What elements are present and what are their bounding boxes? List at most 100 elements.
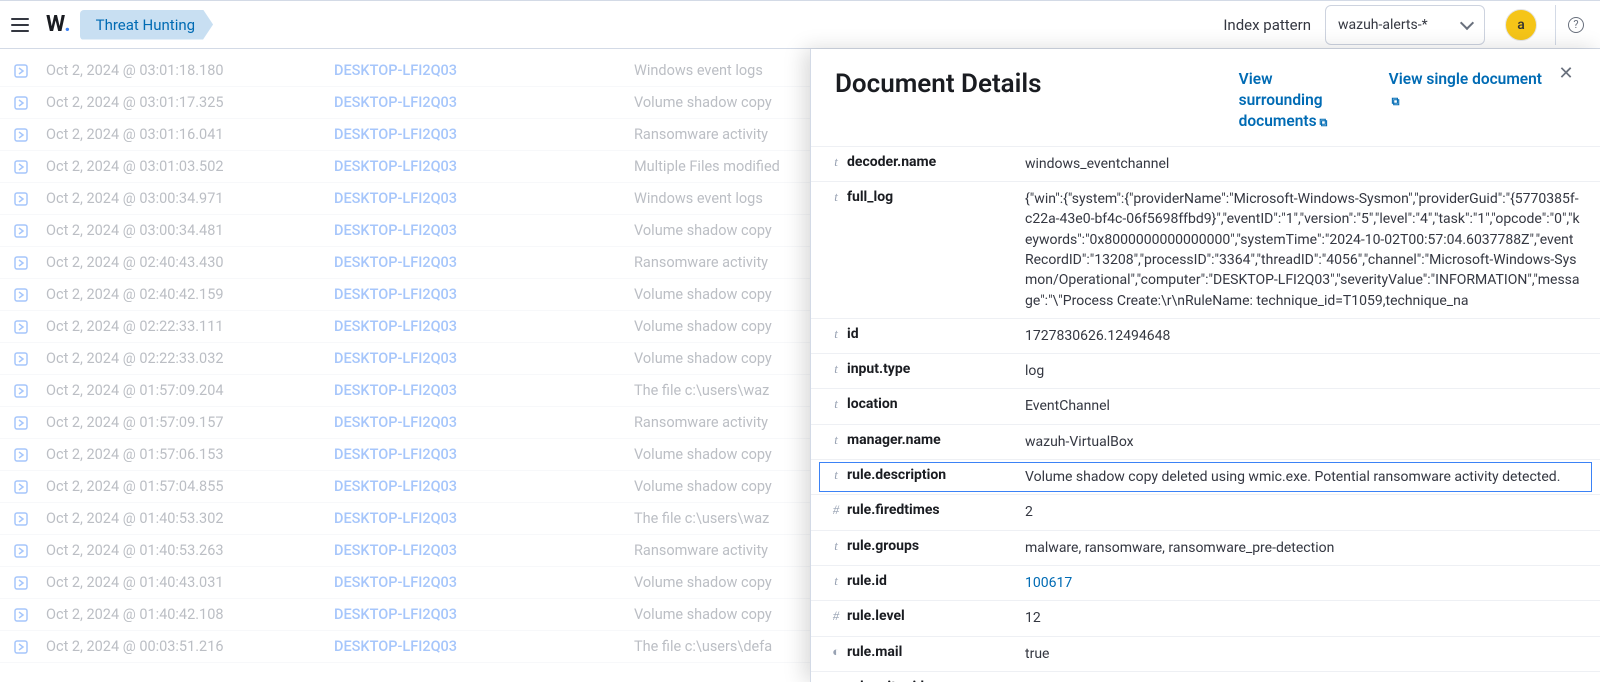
cell-time: Oct 2, 2024 @ 00:03:51.216: [34, 638, 334, 655]
detail-value: log: [1025, 361, 1580, 381]
expand-icon[interactable]: [8, 189, 34, 209]
detail-value: 2: [1025, 502, 1580, 522]
cell-agent[interactable]: DESKTOP-LFI2Q03: [334, 446, 634, 463]
detail-value: 1727830626.12494648: [1025, 326, 1580, 346]
expand-icon[interactable]: [8, 573, 34, 593]
expand-icon[interactable]: [8, 605, 34, 625]
detail-key: id: [845, 326, 1025, 342]
detail-value: malware, ransomware, ransomware_pre-dete…: [1025, 538, 1580, 558]
detail-row: trule.groupsmalware, ransomware, ransomw…: [811, 530, 1600, 565]
expand-icon[interactable]: [8, 317, 34, 337]
cell-time: Oct 2, 2024 @ 03:01:03.502: [34, 158, 334, 175]
breadcrumb-tab[interactable]: Threat Hunting: [80, 10, 213, 40]
detail-row: tdecoder.namewindows_eventchannel: [811, 146, 1600, 181]
detail-value: Volume shadow copy deleted using wmic.ex…: [1025, 467, 1580, 487]
cell-time: Oct 2, 2024 @ 01:57:06.153: [34, 446, 334, 463]
cell-time: Oct 2, 2024 @ 02:40:42.159: [34, 286, 334, 303]
cell-time: Oct 2, 2024 @ 02:22:33.111: [34, 318, 334, 335]
cell-agent[interactable]: DESKTOP-LFI2Q03: [334, 190, 634, 207]
cell-time: Oct 2, 2024 @ 01:40:53.263: [34, 542, 334, 559]
expand-icon[interactable]: [8, 477, 34, 497]
flyout-title: Document Details: [835, 69, 1042, 99]
cell-agent[interactable]: DESKTOP-LFI2Q03: [334, 94, 634, 111]
cell-agent[interactable]: DESKTOP-LFI2Q03: [334, 542, 634, 559]
cell-agent[interactable]: DESKTOP-LFI2Q03: [334, 62, 634, 79]
menu-button[interactable]: [0, 5, 40, 45]
field-type-icon: t: [827, 432, 845, 448]
expand-icon[interactable]: [8, 61, 34, 81]
expand-icon[interactable]: [8, 413, 34, 433]
view-single-link[interactable]: View single document⧉: [1389, 69, 1542, 132]
chevron-down-icon: [1460, 15, 1474, 29]
detail-key: rule.level: [845, 608, 1025, 624]
detail-value: 12: [1025, 608, 1580, 628]
detail-row: tinput.typelog: [811, 353, 1600, 388]
detail-row: #rule.level12: [811, 600, 1600, 635]
cell-agent[interactable]: DESKTOP-LFI2Q03: [334, 222, 634, 239]
help-button[interactable]: ?: [1560, 9, 1592, 41]
expand-icon[interactable]: [8, 637, 34, 657]
expand-icon[interactable]: [8, 509, 34, 529]
field-type-icon: t: [827, 361, 845, 377]
help-icon: ?: [1568, 17, 1584, 33]
detail-key: rule.mail: [845, 644, 1025, 660]
cell-time: Oct 2, 2024 @ 03:01:17.325: [34, 94, 334, 111]
cell-time: Oct 2, 2024 @ 03:00:34.971: [34, 190, 334, 207]
expand-icon[interactable]: [8, 93, 34, 113]
field-type-icon: #: [827, 502, 845, 518]
detail-value: EventChannel: [1025, 396, 1580, 416]
cell-agent[interactable]: DESKTOP-LFI2Q03: [334, 254, 634, 271]
hamburger-icon: [11, 18, 29, 32]
cell-agent[interactable]: DESKTOP-LFI2Q03: [334, 510, 634, 527]
cell-time: Oct 2, 2024 @ 01:57:04.855: [34, 478, 334, 495]
expand-icon[interactable]: [8, 381, 34, 401]
cell-agent[interactable]: DESKTOP-LFI2Q03: [334, 382, 634, 399]
cell-time: Oct 2, 2024 @ 02:40:43.430: [34, 254, 334, 271]
field-type-icon: #: [827, 608, 845, 624]
detail-key: location: [845, 396, 1025, 412]
field-type-icon: t: [827, 538, 845, 554]
expand-icon[interactable]: [8, 445, 34, 465]
cell-agent[interactable]: DESKTOP-LFI2Q03: [334, 574, 634, 591]
cell-time: Oct 2, 2024 @ 01:40:43.031: [34, 574, 334, 591]
field-type-icon: t: [827, 154, 845, 170]
cell-agent[interactable]: DESKTOP-LFI2Q03: [334, 318, 634, 335]
expand-icon[interactable]: [8, 125, 34, 145]
detail-row: tfull_log{"win":{"system":{"providerName…: [811, 181, 1600, 318]
cell-agent[interactable]: DESKTOP-LFI2Q03: [334, 126, 634, 143]
cell-agent[interactable]: DESKTOP-LFI2Q03: [334, 414, 634, 431]
expand-icon[interactable]: [8, 221, 34, 241]
expand-icon[interactable]: [8, 541, 34, 561]
detail-row: #rule.firedtimes2: [811, 494, 1600, 529]
cell-agent[interactable]: DESKTOP-LFI2Q03: [334, 638, 634, 655]
expand-icon[interactable]: [8, 157, 34, 177]
cell-time: Oct 2, 2024 @ 03:00:34.481: [34, 222, 334, 239]
cell-agent[interactable]: DESKTOP-LFI2Q03: [334, 286, 634, 303]
field-type-icon: t: [827, 396, 845, 412]
close-icon: ✕: [1558, 63, 1573, 84]
detail-row: trule.descriptionVolume shadow copy dele…: [811, 459, 1600, 494]
detail-key: rule.firedtimes: [845, 502, 1025, 518]
view-surrounding-link[interactable]: View surrounding documents⧉: [1239, 69, 1359, 132]
field-type-icon: t: [827, 189, 845, 205]
detail-row: tid1727830626.12494648: [811, 318, 1600, 353]
user-avatar[interactable]: a: [1505, 9, 1537, 41]
close-button[interactable]: ✕: [1556, 63, 1576, 83]
popout-icon: ⧉: [1320, 116, 1328, 129]
expand-icon[interactable]: [8, 285, 34, 305]
app-logo[interactable]: W.: [46, 12, 70, 37]
detail-value[interactable]: 100617: [1025, 573, 1580, 593]
detail-key: manager.name: [845, 432, 1025, 448]
cell-agent[interactable]: DESKTOP-LFI2Q03: [334, 350, 634, 367]
index-pattern-select[interactable]: wazuh-alerts-*: [1325, 5, 1485, 45]
divider: [1555, 5, 1556, 45]
cell-agent[interactable]: DESKTOP-LFI2Q03: [334, 158, 634, 175]
expand-icon[interactable]: [8, 253, 34, 273]
expand-icon[interactable]: [8, 349, 34, 369]
detail-key: decoder.name: [845, 154, 1025, 170]
cell-time: Oct 2, 2024 @ 01:57:09.157: [34, 414, 334, 431]
cell-agent[interactable]: DESKTOP-LFI2Q03: [334, 478, 634, 495]
detail-row: ◐rule.mailtrue: [811, 636, 1600, 671]
cell-agent[interactable]: DESKTOP-LFI2Q03: [334, 606, 634, 623]
cell-time: Oct 2, 2024 @ 03:01:16.041: [34, 126, 334, 143]
